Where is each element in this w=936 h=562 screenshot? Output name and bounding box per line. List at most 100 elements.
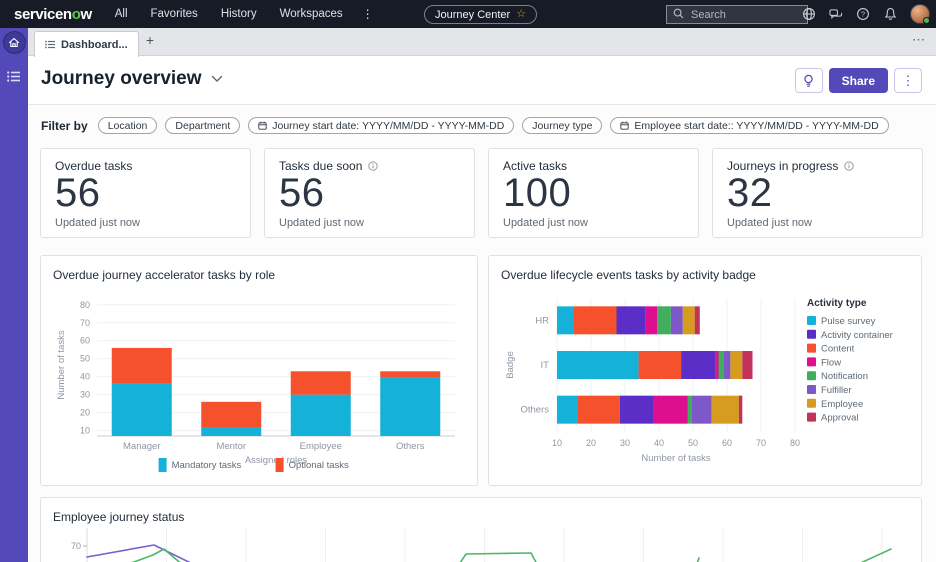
- filter-pill-journey-type[interactable]: Journey type: [522, 117, 603, 134]
- search-input[interactable]: [689, 7, 799, 22]
- overdue-role-chart[interactable]: 10 20 30 40 50 60 70 80 Manager Mentor Employee Oth…: [53, 286, 467, 489]
- kpi-value: 56: [279, 171, 325, 215]
- svg-text:20: 20: [586, 438, 596, 448]
- workspace-pill[interactable]: Journey Center ☆: [424, 5, 538, 24]
- svg-text:Optional tasks: Optional tasks: [289, 460, 349, 471]
- more-options-kebab-button[interactable]: ⋮: [894, 68, 922, 93]
- svg-text:80: 80: [80, 300, 90, 310]
- svg-text:60: 60: [80, 336, 90, 346]
- user-avatar[interactable]: [910, 4, 930, 24]
- servicenow-logo[interactable]: servicenow: [14, 6, 92, 23]
- chat-icon[interactable]: [829, 7, 843, 21]
- kpi-row: Overdue tasks 56 Updated just now Tasks …: [40, 148, 923, 238]
- sidebar-menu-list-icon[interactable]: [7, 71, 21, 82]
- kpi-value: 56: [55, 171, 101, 215]
- lifecycle-badge-chart[interactable]: 10 20 30 40 50 60 70 80 HR IT Others Number of task…: [501, 286, 911, 497]
- chart-card-lifecycle-by-badge: Overdue lifecycle events tasks by activi…: [488, 255, 922, 486]
- pill-label: Employee start date:: YYYY/MM/DD - YYYY-…: [634, 119, 879, 132]
- title-chevron-down-icon[interactable]: [211, 70, 223, 88]
- page-title: Journey overview: [41, 68, 202, 89]
- nav-more-kebab-icon[interactable]: ⋮: [362, 7, 374, 21]
- kpi-updated: Updated just now: [55, 216, 140, 229]
- kpi-card-active-tasks[interactable]: Active tasks 100 Updated just now: [488, 148, 699, 238]
- filter-pill-employee-start-date[interactable]: Employee start date:: YYYY/MM/DD - YYYY-…: [610, 117, 889, 134]
- search-icon: [673, 6, 684, 24]
- nav-item-workspaces[interactable]: Workspaces: [280, 8, 343, 20]
- svg-text:70: 70: [71, 541, 81, 551]
- logo-text-end: w: [80, 5, 92, 23]
- tab-overflow-ellipsis-icon[interactable]: ⋯: [912, 32, 926, 48]
- bar-chart-svg: 10 20 30 40 50 60 70 80 Manager Mentor Employee Oth…: [56, 300, 455, 472]
- globe-icon[interactable]: [802, 7, 816, 21]
- kpi-card-journeys-in-progress[interactable]: Journeys in progress 32 Updated just now: [712, 148, 923, 238]
- svg-text:40: 40: [654, 438, 664, 448]
- svg-text:Fulfiller: Fulfiller: [821, 385, 852, 396]
- filter-pill-journey-start-date[interactable]: Journey start date: YYYY/MM/DD - YYYY-MM…: [248, 117, 515, 134]
- nav-item-all[interactable]: All: [115, 8, 128, 20]
- charts-row: Overdue journey accelerator tasks by rol…: [40, 255, 922, 486]
- home-button[interactable]: [2, 31, 26, 54]
- logo-text: servicen: [14, 5, 72, 23]
- kpi-updated: Updated just now: [503, 216, 588, 229]
- insights-lightbulb-button[interactable]: [794, 68, 823, 93]
- workspace-pill-label: Journey Center: [435, 8, 511, 21]
- global-search[interactable]: [666, 5, 808, 24]
- lightbulb-icon: [804, 74, 813, 87]
- svg-text:70: 70: [80, 318, 90, 328]
- kpi-value: 100: [503, 171, 572, 215]
- nav-item-history[interactable]: History: [221, 8, 257, 20]
- top-nav-bar: servicenow All Favorites History Workspa…: [0, 0, 936, 28]
- svg-text:80: 80: [790, 438, 800, 448]
- calendar-icon: [620, 121, 630, 130]
- svg-text:Number of tasks: Number of tasks: [56, 330, 67, 399]
- calendar-icon: [258, 121, 267, 130]
- info-icon: [844, 161, 855, 171]
- filter-by-label: Filter by: [41, 118, 88, 133]
- chart-title: Employee journey status: [53, 510, 185, 524]
- notification-bell-icon[interactable]: [883, 7, 897, 21]
- kpi-card-tasks-due-soon[interactable]: Tasks due soon 56 Updated just now: [264, 148, 475, 238]
- chart-card-overdue-by-role: Overdue journey accelerator tasks by rol…: [40, 255, 478, 486]
- presence-dot: [923, 17, 930, 24]
- svg-text:70: 70: [756, 438, 766, 448]
- kpi-updated: Updated just now: [279, 216, 364, 229]
- svg-text:Badge: Badge: [505, 351, 516, 378]
- pill-label: Department: [175, 119, 231, 132]
- pill-label: Location: [107, 119, 148, 132]
- home-icon: [8, 37, 20, 48]
- tab-label: Dashboard...: [61, 38, 128, 51]
- kpi-updated: Updated just now: [727, 216, 812, 229]
- svg-text:Approval: Approval: [821, 413, 859, 424]
- svg-text:Others: Others: [520, 405, 549, 416]
- svg-text:Mandatory tasks: Mandatory tasks: [172, 460, 242, 471]
- svg-text:Notification: Notification: [821, 371, 868, 382]
- chart-title: Overdue journey accelerator tasks by rol…: [53, 268, 276, 282]
- svg-text:Flow: Flow: [821, 357, 841, 368]
- tab-dashboard[interactable]: Dashboard...: [34, 31, 139, 57]
- svg-text:50: 50: [80, 354, 90, 364]
- share-button[interactable]: Share: [828, 68, 888, 93]
- svg-text:Mentor: Mentor: [216, 441, 246, 452]
- dashboard-tab-icon: [45, 36, 55, 54]
- tab-strip: Dashboard... + ⋯: [28, 28, 936, 57]
- filter-pill-location[interactable]: Location: [97, 117, 158, 134]
- add-tab-button[interactable]: +: [140, 32, 160, 48]
- pill-label: Journey type: [532, 119, 593, 132]
- svg-text:HR: HR: [535, 315, 549, 326]
- svg-text:Activity container: Activity container: [821, 330, 893, 341]
- favorite-star-icon[interactable]: ☆: [516, 9, 526, 20]
- svg-text:Number of tasks: Number of tasks: [641, 453, 710, 464]
- svg-text:Pulse survey: Pulse survey: [821, 316, 876, 327]
- line-chart-svg: 70: [71, 528, 892, 562]
- horizontal-bar-chart-svg: 10 20 30 40 50 60 70 80 HR IT Others Number of task…: [505, 298, 893, 464]
- help-icon[interactable]: ?: [856, 7, 870, 21]
- filter-pill-department[interactable]: Department: [165, 117, 241, 134]
- svg-text:Employee: Employee: [821, 399, 863, 410]
- kpi-card-overdue-tasks[interactable]: Overdue tasks 56 Updated just now: [40, 148, 251, 238]
- svg-text:Content: Content: [821, 344, 855, 355]
- svg-text:?: ?: [861, 10, 865, 19]
- kpi-value: 32: [727, 171, 773, 215]
- employee-journey-status-chart[interactable]: 70: [53, 528, 909, 562]
- pill-label: Journey start date: YYYY/MM/DD - YYYY-MM…: [272, 119, 505, 132]
- nav-item-favorites[interactable]: Favorites: [151, 8, 198, 20]
